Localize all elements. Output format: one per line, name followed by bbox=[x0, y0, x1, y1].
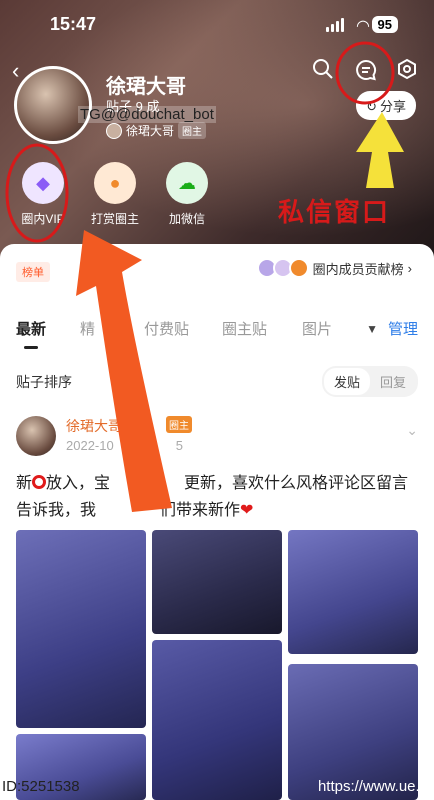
feature-reward-label: 打赏圈主 bbox=[90, 212, 139, 226]
tab-paid[interactable]: 付费贴 bbox=[144, 318, 189, 339]
tab-owner[interactable]: 圈主贴 bbox=[222, 318, 267, 339]
watermark-id: ID:5251538 bbox=[2, 778, 80, 795]
post-tabs: 最新 精 付费贴 圈主贴 图片 ▼ 管理 bbox=[0, 318, 434, 348]
post-image[interactable] bbox=[288, 530, 418, 654]
post-image[interactable] bbox=[152, 530, 282, 634]
feature-row: ◆ 圈内VIP ● 打赏圈主 ☁ 加微信 bbox=[10, 158, 220, 227]
chevron-right-icon: › bbox=[407, 260, 412, 276]
diamond-icon: ◆ bbox=[22, 162, 64, 204]
search-icon[interactable] bbox=[312, 58, 334, 86]
share-label: 分享 bbox=[379, 99, 406, 114]
post-image[interactable] bbox=[16, 530, 146, 728]
heart-emoji-icon: ❤ bbox=[240, 502, 254, 519]
owner-name: 徐珺大哥 bbox=[126, 124, 175, 138]
status-time: 15:47 bbox=[50, 14, 97, 34]
rank-tag[interactable]: 榜单 bbox=[16, 262, 50, 282]
profile-header: 15:47 ◠ 95 ‹ 徐珺大哥 贴子 9 成 TG@@douchat_bot… bbox=[0, 0, 434, 260]
post-date: 2022-10 5 bbox=[66, 438, 183, 453]
owner-avatar bbox=[106, 122, 122, 139]
share-icon: ↻ bbox=[366, 99, 377, 114]
feature-reward[interactable]: ● 打赏圈主 bbox=[82, 158, 148, 227]
message-icon[interactable] bbox=[354, 58, 378, 88]
back-icon[interactable]: ‹ bbox=[12, 58, 19, 84]
owner-row[interactable]: 徐珺大哥 圈主 bbox=[106, 122, 207, 139]
contributor-avatar bbox=[288, 258, 309, 278]
annotation-label: 私信窗口 bbox=[278, 197, 391, 227]
signal-icon bbox=[326, 18, 344, 32]
watermark-text: TG@@douchat_bot bbox=[78, 106, 216, 123]
post-text: 新放入，宝 更新，喜欢什么风格评论区留言告诉我，我 们带来新作❤ bbox=[16, 475, 409, 519]
wifi-icon: ◠ bbox=[356, 18, 370, 35]
post-author-name[interactable]: 徐珺大哥 bbox=[66, 416, 122, 436]
sort-toggle[interactable]: 发贴 回复 bbox=[321, 366, 418, 397]
sort-option-post[interactable]: 发贴 bbox=[323, 368, 370, 395]
tab-images[interactable]: 图片 bbox=[302, 318, 332, 339]
wechat-icon: ☁ bbox=[166, 162, 208, 204]
settings-icon[interactable] bbox=[396, 58, 418, 86]
red-circle-emoji-icon bbox=[32, 475, 47, 489]
contributor-board-label: 圈内成员贡献榜 bbox=[312, 261, 404, 277]
contributor-board[interactable]: 圈内成员贡献榜 › bbox=[256, 258, 412, 278]
tab-indicator bbox=[24, 346, 38, 349]
manage-button[interactable]: 管理 bbox=[388, 318, 418, 339]
circle-title: 徐珺大哥 bbox=[106, 76, 186, 98]
tab-latest[interactable]: 最新 bbox=[16, 318, 46, 339]
post-author-avatar[interactable] bbox=[16, 416, 56, 456]
reward-icon: ● bbox=[94, 162, 136, 204]
feature-wechat[interactable]: ☁ 加微信 bbox=[154, 158, 220, 227]
share-button[interactable]: ↻ 分享 bbox=[356, 91, 416, 120]
feature-vip-label: 圈内VIP bbox=[21, 212, 65, 226]
tabs-dropdown-icon[interactable]: ▼ bbox=[366, 322, 378, 336]
circle-avatar[interactable] bbox=[14, 66, 92, 144]
tab-featured[interactable]: 精 bbox=[80, 318, 95, 339]
post-author-tag: 圈主 bbox=[166, 416, 192, 433]
feature-vip[interactable]: ◆ 圈内VIP bbox=[10, 158, 76, 227]
sort-label: 贴子排序 bbox=[16, 374, 72, 390]
chevron-down-icon[interactable]: ⌄ bbox=[406, 422, 418, 439]
post-image[interactable] bbox=[152, 640, 282, 800]
owner-badge: 圈主 bbox=[178, 122, 207, 139]
battery-indicator: 95 bbox=[371, 16, 398, 33]
watermark-url: https://www.ue... bbox=[317, 778, 428, 795]
status-bar: 15:47 ◠ 95 bbox=[0, 14, 434, 38]
sort-option-reply[interactable]: 回复 bbox=[370, 368, 416, 395]
feature-wechat-label: 加微信 bbox=[168, 212, 205, 226]
